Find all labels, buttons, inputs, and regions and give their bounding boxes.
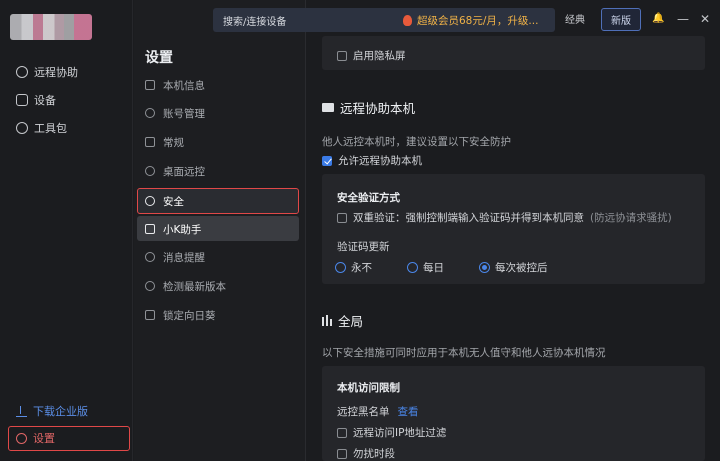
settings-item-label: 账号管理: [163, 107, 205, 120]
settings-item-label: 桌面远控: [163, 165, 205, 178]
security-settings-content: 启用隐私屏 远程协助本机 他人远控本机时，建议设置以下安全防护 允许远程协助本机…: [307, 36, 720, 461]
ip-filter-label: 远程访问IP地址过滤: [353, 427, 447, 439]
settings-item-label: 本机信息: [163, 79, 205, 92]
search-connect-bar[interactable]: 搜索/连接设备 超级会员68元/月，升级...: [213, 8, 555, 32]
remote-assist-desc: 他人远控本机时，建议设置以下安全防护: [322, 136, 511, 148]
minimize-button[interactable]: —: [677, 12, 689, 26]
privacy-screen-checkbox[interactable]: [337, 50, 347, 61]
nav-item-label: 工具包: [34, 122, 67, 135]
download-enterprise-link[interactable]: 下载企业版: [16, 402, 88, 420]
section-title-text: 远程协助本机: [340, 101, 416, 116]
settings-panel: 设置 本机信息 账号管理 常规 桌面远控 安全 小K助手 消息提醒 检测最新版本…: [134, 0, 306, 461]
lock-icon: [145, 310, 155, 320]
settings-item-label: 常规: [163, 136, 184, 149]
account-icon: [145, 108, 155, 118]
global-section-title: 全局: [322, 311, 363, 330]
settings-item-label: 锁定向日葵: [163, 309, 216, 322]
radio-never[interactable]: 永不: [335, 260, 372, 275]
settings-item-label: 安全: [163, 195, 184, 208]
settings-item-label: 小K助手: [163, 223, 202, 236]
access-limit-title: 本机访问限制: [337, 382, 400, 394]
download-enterprise-label: 下载企业版: [33, 405, 88, 418]
bell-icon: [145, 252, 155, 262]
assistant-icon: [145, 224, 155, 234]
settings-item-lock[interactable]: 锁定向日葵: [145, 306, 216, 324]
dual-verification-option[interactable]: 双重验证：强制控制端输入验证码并得到本机同意 (防远协请求骚扰): [337, 210, 672, 225]
allow-remote-option[interactable]: 允许远程协助本机: [322, 153, 422, 168]
dual-verification-label: 双重验证：强制控制端输入验证码并得到本机同意: [353, 212, 584, 224]
nav-item-remote-assist[interactable]: 远程协助: [16, 62, 78, 82]
new-mode-button[interactable]: 新版: [601, 8, 641, 31]
remote-assist-icon: [16, 66, 28, 78]
info-icon: [145, 80, 155, 90]
left-nav: 远程协助 设备 工具包 下载企业版 设置: [0, 0, 133, 461]
code-update-title: 验证码更新: [337, 241, 390, 253]
settings-item-notifications[interactable]: 消息提醒: [145, 248, 205, 266]
radio-after-each-control[interactable]: 每次被控后: [479, 260, 548, 275]
ip-filter-checkbox[interactable]: [337, 427, 347, 438]
dual-verification-hint: (防远协请求骚扰): [590, 212, 672, 224]
settings-item-check-update[interactable]: 检测最新版本: [145, 277, 226, 295]
ip-filter-option[interactable]: 远程访问IP地址过滤: [337, 425, 446, 440]
privacy-screen-label: 启用隐私屏: [353, 50, 406, 62]
compass-icon: [16, 122, 28, 134]
dual-verification-checkbox[interactable]: [337, 212, 347, 223]
flame-icon: [403, 15, 412, 26]
privacy-screen-option[interactable]: 启用隐私屏: [337, 48, 406, 63]
search-label: 搜索/连接设备: [223, 16, 287, 28]
radio-label: 每日: [423, 262, 444, 274]
classic-mode-button[interactable]: 经典: [565, 11, 585, 26]
settings-item-label: 检测最新版本: [163, 280, 226, 293]
vip-promo-text: 超级会员68元/月，升级...: [417, 15, 539, 27]
user-avatar[interactable]: [10, 14, 92, 40]
radio-button[interactable]: [335, 262, 346, 273]
bell-icon[interactable]: 🔔: [652, 12, 664, 26]
global-desc: 以下安全措施可同时应用于本机无人值守和他人远协本机情况: [322, 347, 606, 359]
nav-item-settings[interactable]: 设置: [16, 429, 55, 447]
auth-method-title: 安全验证方式: [337, 192, 400, 204]
monitor-icon: [16, 94, 28, 106]
settings-label: 设置: [33, 432, 55, 445]
allow-remote-label: 允许远程协助本机: [338, 155, 422, 167]
gear-icon: [16, 432, 27, 444]
close-button[interactable]: ✕: [700, 12, 710, 26]
monitor-icon: [322, 103, 334, 112]
dnd-checkbox[interactable]: [337, 448, 347, 459]
blacklist-label: 远控黑名单: [337, 406, 390, 418]
nav-item-label: 设备: [34, 94, 56, 107]
page-title: 设置: [145, 50, 173, 66]
download-icon: [16, 405, 27, 417]
desktop-control-icon: [145, 166, 155, 176]
settings-item-security[interactable]: 安全: [145, 192, 184, 210]
nav-item-devices[interactable]: 设备: [16, 90, 56, 110]
blacklist-row: 远控黑名单 查看: [337, 404, 419, 419]
settings-item-label: 消息提醒: [163, 251, 205, 264]
settings-item-desktop-control[interactable]: 桌面远控: [145, 162, 205, 180]
vip-promo[interactable]: 超级会员68元/月，升级...: [403, 13, 538, 28]
settings-item-account[interactable]: 账号管理: [145, 104, 205, 122]
radio-button-selected[interactable]: [479, 262, 490, 273]
sliders-icon: [322, 315, 332, 326]
dnd-option[interactable]: 勿扰时段: [337, 446, 395, 461]
shield-icon: [145, 196, 155, 206]
section-title-text: 全局: [338, 314, 364, 329]
cube-icon: [145, 137, 155, 147]
remote-assist-section-title: 远程协助本机: [322, 98, 415, 117]
radio-daily[interactable]: 每日: [407, 260, 444, 275]
settings-item-general[interactable]: 常规: [145, 133, 184, 151]
radio-button[interactable]: [407, 262, 418, 273]
nav-item-label: 远程协助: [34, 66, 78, 79]
settings-item-device-info[interactable]: 本机信息: [145, 76, 205, 94]
blacklist-view-link[interactable]: 查看: [398, 406, 419, 418]
radio-label: 永不: [351, 262, 372, 274]
update-icon: [145, 281, 155, 291]
allow-remote-checkbox[interactable]: [322, 155, 332, 166]
dnd-label: 勿扰时段: [353, 448, 395, 460]
settings-item-assistant[interactable]: 小K助手: [145, 220, 201, 238]
nav-item-toolkit[interactable]: 工具包: [16, 118, 67, 138]
radio-label: 每次被控后: [495, 262, 548, 274]
